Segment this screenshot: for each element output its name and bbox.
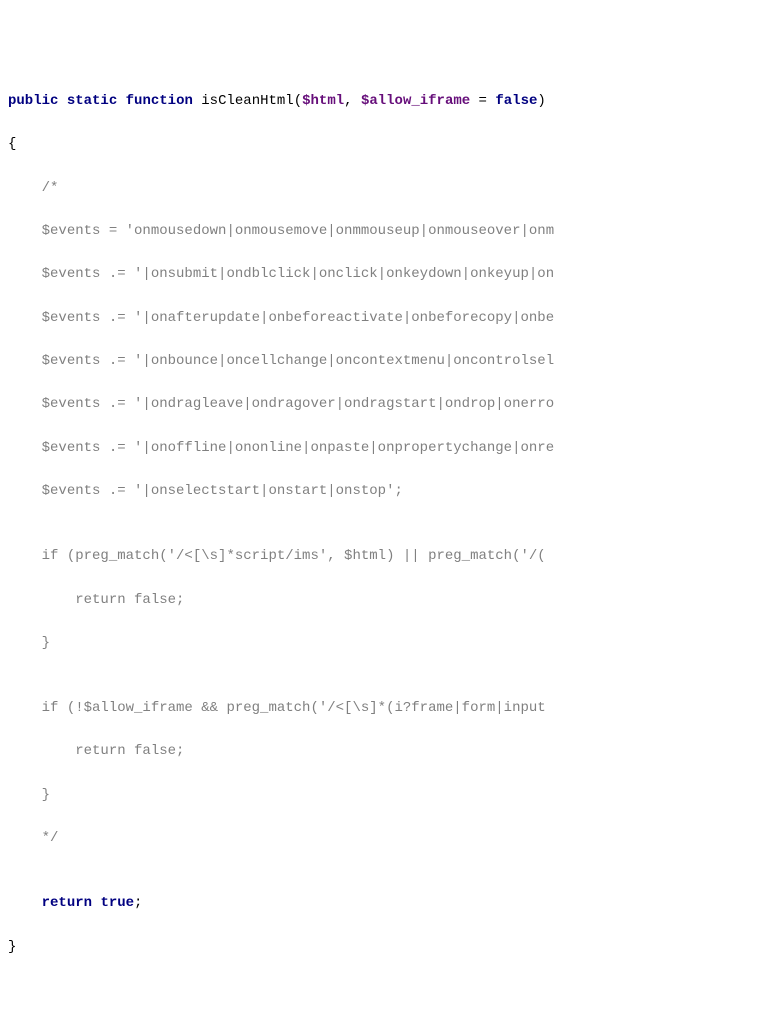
code-line-1: public static function isCleanHtml($html… [8, 91, 770, 113]
comment-text: $events .= '|onselectstart|onstart|onsto… [42, 483, 403, 499]
code-line-19: */ [8, 828, 770, 850]
comment-text: $events .= '|onafterupdate|onbeforeactiv… [42, 310, 554, 326]
code-line-14: } [8, 633, 770, 655]
comment-close: */ [42, 830, 59, 846]
comment-text: } [42, 635, 50, 651]
code-line-21: return true; [8, 893, 770, 915]
code-line-5: $events .= '|onsubmit|ondblclick|onclick… [8, 264, 770, 286]
paren-open: ( [294, 93, 302, 109]
code-line-2: { [8, 134, 770, 156]
comment-text: } [42, 787, 50, 803]
code-line-3: /* [8, 178, 770, 200]
brace-open: { [8, 136, 16, 152]
comment-text: if (!$allow_iframe && preg_match('/<[\s]… [42, 700, 546, 716]
comment-text: $events = 'onmousedown|onmousemove|onmmo… [42, 223, 554, 239]
paren-close: ) [537, 93, 545, 109]
comment-text: if (preg_match('/<[\s]*script/ims', $htm… [42, 548, 546, 564]
equals: = [470, 93, 495, 109]
var-allow-iframe: $allow_iframe [361, 93, 470, 109]
code-line-7: $events .= '|onbounce|oncellchange|oncon… [8, 351, 770, 373]
keyword-return: return [42, 895, 92, 911]
keyword-static: static [67, 93, 117, 109]
comment-text: $events .= '|onsubmit|ondblclick|onclick… [42, 266, 554, 282]
comment-text: $events .= '|onbounce|oncellchange|oncon… [42, 353, 554, 369]
keyword-public: public [8, 93, 58, 109]
literal-false: false [495, 93, 537, 109]
function-name: isCleanHtml [201, 93, 293, 109]
code-line-16: if (!$allow_iframe && preg_match('/<[\s]… [8, 698, 770, 720]
comma: , [344, 93, 361, 109]
var-html: $html [302, 93, 344, 109]
comment-open: /* [42, 180, 59, 196]
brace-close: } [8, 939, 16, 955]
code-line-9: $events .= '|onoffline|ononline|onpaste|… [8, 438, 770, 460]
comment-text: $events .= '|onoffline|ononline|onpaste|… [42, 440, 554, 456]
code-line-17: return false; [8, 741, 770, 763]
literal-true: true [100, 895, 134, 911]
code-line-10: $events .= '|onselectstart|onstart|onsto… [8, 481, 770, 503]
keyword-function: function [126, 93, 193, 109]
comment-text: return false; [42, 592, 185, 608]
code-line-8: $events .= '|ondragleave|ondragover|ondr… [8, 394, 770, 416]
code-line-12: if (preg_match('/<[\s]*script/ims', $htm… [8, 546, 770, 568]
code-line-6: $events .= '|onafterupdate|onbeforeactiv… [8, 308, 770, 330]
comment-text: return false; [42, 743, 185, 759]
code-line-13: return false; [8, 590, 770, 612]
code-line-22: } [8, 937, 770, 959]
semicolon: ; [134, 895, 142, 911]
comment-text: $events .= '|ondragleave|ondragover|ondr… [42, 396, 554, 412]
code-line-4: $events = 'onmousedown|onmousemove|onmmo… [8, 221, 770, 243]
code-line-18: } [8, 785, 770, 807]
